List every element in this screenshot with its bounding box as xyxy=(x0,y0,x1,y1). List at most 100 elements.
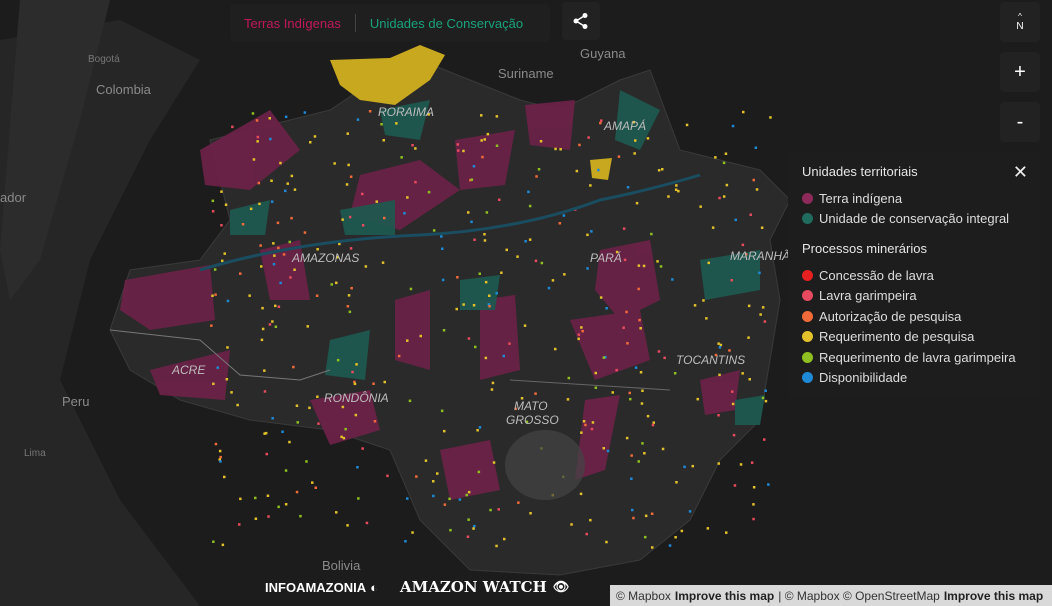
mining-point xyxy=(443,503,447,506)
attr-osm[interactable]: © OpenStreetMap xyxy=(843,589,940,603)
zoom-out-button[interactable]: - xyxy=(1000,102,1040,142)
attr-mapbox-1[interactable]: © Mapbox xyxy=(616,589,671,603)
legend-territorial-label: Terra indígena xyxy=(819,190,903,206)
mining-point xyxy=(415,475,418,478)
mining-point xyxy=(338,242,341,246)
mining-point xyxy=(210,324,213,327)
compass-button[interactable]: ^ N xyxy=(1000,2,1040,42)
mining-point xyxy=(260,265,263,268)
mining-point xyxy=(409,287,413,291)
mining-point xyxy=(594,371,597,375)
mining-point xyxy=(268,323,272,326)
mining-point xyxy=(586,267,589,270)
legend-mining-label: Requerimento de pesquisa xyxy=(819,329,975,345)
mining-point xyxy=(293,268,296,271)
mining-point xyxy=(467,518,470,521)
mining-point xyxy=(436,472,439,475)
mining-point xyxy=(212,540,215,543)
legend-mining-item: Disponibilidade xyxy=(802,368,1026,389)
close-icon[interactable]: ✕ xyxy=(1013,162,1028,183)
legend-mining-list: Concessão de lavra Lavra garimpeira Autori… xyxy=(802,265,1026,388)
mining-point xyxy=(705,317,708,320)
mining-point xyxy=(502,354,505,358)
label-acre: ACRE xyxy=(171,363,206,377)
mining-point xyxy=(622,326,625,329)
mining-point xyxy=(741,243,745,247)
mining-point xyxy=(406,196,409,199)
attr-improve-1[interactable]: Improve this map xyxy=(675,589,774,603)
mining-point xyxy=(467,337,471,340)
mining-point xyxy=(269,137,272,141)
mining-point xyxy=(629,397,632,401)
mining-point xyxy=(577,333,581,336)
mining-point xyxy=(211,294,214,297)
amazon-watch-eye-icon: 👁 xyxy=(552,579,570,594)
mining-point xyxy=(277,305,281,308)
infoamazonia-logo[interactable]: INFOAMAZONIA xyxy=(265,580,366,595)
mining-point xyxy=(763,320,767,323)
mining-point xyxy=(349,247,353,250)
map-attribution: © Mapbox Improve this map | © Mapbox © O… xyxy=(610,585,1052,606)
mining-point xyxy=(759,313,762,316)
mining-point xyxy=(755,188,759,191)
legend-territorial-list: Terra indígena Unidade de conservação int… xyxy=(802,188,1026,229)
mining-point xyxy=(263,390,267,393)
mining-point xyxy=(478,426,482,429)
mining-point xyxy=(617,155,621,158)
mining-point xyxy=(276,221,280,225)
mining-point xyxy=(643,452,646,455)
legend-territorial-swatch xyxy=(802,213,813,225)
amazon-watch-logo[interactable]: AMAZON WATCH xyxy=(400,578,547,596)
share-button[interactable] xyxy=(562,2,600,40)
partner-logos: INFOAMAZONIA ◐ AMAZON WATCH 👁 xyxy=(265,578,569,596)
mining-point xyxy=(220,190,223,193)
tab-unidades-conservacao[interactable]: Unidades de Conservação xyxy=(356,16,537,31)
tab-terras-indigenas[interactable]: Terras Indígenas xyxy=(230,16,355,31)
mining-point xyxy=(725,183,729,187)
mining-point xyxy=(473,238,476,241)
mining-point xyxy=(257,181,261,185)
mining-point xyxy=(589,518,592,522)
mining-point xyxy=(714,156,717,159)
attr-mapbox-2[interactable]: © Mapbox xyxy=(785,589,840,603)
mining-point xyxy=(563,273,566,276)
mining-point xyxy=(284,469,288,472)
zoom-in-button[interactable]: + xyxy=(1000,52,1040,92)
label-rondonia: RONDÔNIA xyxy=(324,390,389,405)
mining-point xyxy=(284,503,288,506)
mining-point xyxy=(266,494,270,497)
mining-point xyxy=(760,226,764,229)
mining-point xyxy=(622,227,626,230)
mining-point xyxy=(290,174,294,178)
mining-point xyxy=(752,503,755,506)
label-lima: Lima xyxy=(24,448,46,459)
mining-point xyxy=(411,531,414,534)
mining-point xyxy=(639,327,642,330)
mining-point xyxy=(718,373,721,377)
label-bogota: Bogotá xyxy=(88,54,120,65)
legend-panel: ✕ Unidades territoriais Terra indígena Un… xyxy=(788,152,1040,398)
legend-territorial-item: Unidade de conservação integral xyxy=(802,209,1026,230)
mining-point xyxy=(346,132,349,135)
mining-point xyxy=(286,182,289,185)
mining-point xyxy=(724,152,728,155)
mining-point xyxy=(256,140,259,143)
mining-point xyxy=(341,405,345,409)
mining-point xyxy=(293,188,297,191)
mining-point xyxy=(383,216,386,220)
mining-point xyxy=(630,454,633,457)
mining-point xyxy=(259,244,262,247)
mining-point xyxy=(505,248,508,252)
mining-point xyxy=(605,540,608,544)
legend-mining-item: Requerimento de lavra garimpeira xyxy=(802,347,1026,368)
mining-point xyxy=(637,287,640,291)
mining-point xyxy=(634,366,638,369)
attr-improve-2[interactable]: Improve this map xyxy=(944,589,1043,603)
mining-point xyxy=(677,189,680,193)
mining-point xyxy=(767,483,770,486)
mining-point xyxy=(238,523,241,526)
layer-tabs: Terras Indígenas Unidades de Conservação xyxy=(230,4,550,42)
mining-point xyxy=(223,252,226,255)
mining-point xyxy=(657,169,661,172)
label-amazonas: AMAZONAS xyxy=(291,251,359,265)
